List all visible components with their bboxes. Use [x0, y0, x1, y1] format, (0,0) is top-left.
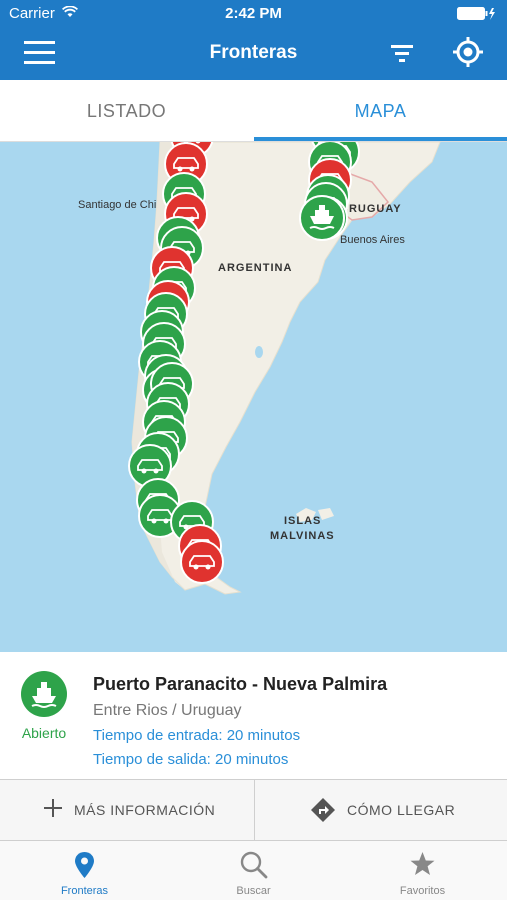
tabbar-label-favoritos: Favoritos [399, 885, 446, 897]
locate-icon[interactable] [452, 36, 484, 68]
map-view[interactable]: Santiago de Chi URUGUAY Buenos Aires ARG… [0, 142, 507, 652]
border-marker-selected[interactable] [299, 195, 345, 241]
tab-bar: Fronteras Buscar Favoritos [0, 841, 507, 900]
directions-label: CÓMO LLEGAR [347, 802, 456, 818]
border-marker-closed[interactable] [180, 540, 224, 584]
marker-svg [128, 142, 360, 584]
status-label: Abierto [21, 725, 67, 741]
battery-icon [457, 7, 497, 25]
nav-bar: Fronteras [0, 28, 507, 80]
tabbar-item-buscar[interactable]: Buscar [169, 841, 338, 900]
tabbar-item-fronteras[interactable]: Fronteras [0, 841, 169, 900]
filter-icon[interactable] [388, 40, 416, 66]
status-bar: Carrier 2:42 PM [0, 0, 507, 28]
tab-mapa[interactable]: MAPA [254, 80, 507, 142]
pin-icon [75, 852, 94, 878]
exit-time: Tiempo de salida: 20 minutos [93, 751, 289, 768]
more-info-button[interactable]: MÁS INFORMACIÓN [0, 780, 253, 840]
app-header: Carrier 2:42 PM Fronteras [0, 0, 507, 80]
tabbar-label-buscar: Buscar [236, 885, 271, 897]
tabbar-item-favoritos[interactable]: Favoritos [338, 841, 507, 900]
ship-icon [21, 671, 67, 717]
plus-icon [42, 797, 64, 824]
crossing-region: Entre Rios / Uruguay [93, 702, 242, 719]
more-info-label: MÁS INFORMACIÓN [74, 802, 216, 818]
directions-button[interactable]: CÓMO LLEGAR [254, 780, 507, 840]
star-icon [410, 852, 435, 875]
entry-time: Tiempo de entrada: 20 minutos [93, 727, 301, 744]
crossing-info-card[interactable]: Abierto Puerto Paranacito - Nueva Palmir… [0, 652, 507, 779]
tab-listado[interactable]: LISTADO [0, 80, 253, 142]
tab-indicator [254, 137, 507, 141]
directions-icon [310, 797, 336, 828]
tabbar-label-fronteras: Fronteras [60, 885, 109, 897]
view-tabs: LISTADO MAPA [0, 80, 507, 142]
clock: 2:42 PM [225, 5, 282, 22]
crossing-name: Puerto Paranacito - Nueva Palmira [93, 674, 388, 694]
search-icon [240, 851, 268, 879]
page-title: Fronteras [209, 42, 298, 63]
action-bar: MÁS INFORMACIÓN CÓMO LLEGAR [0, 779, 507, 841]
